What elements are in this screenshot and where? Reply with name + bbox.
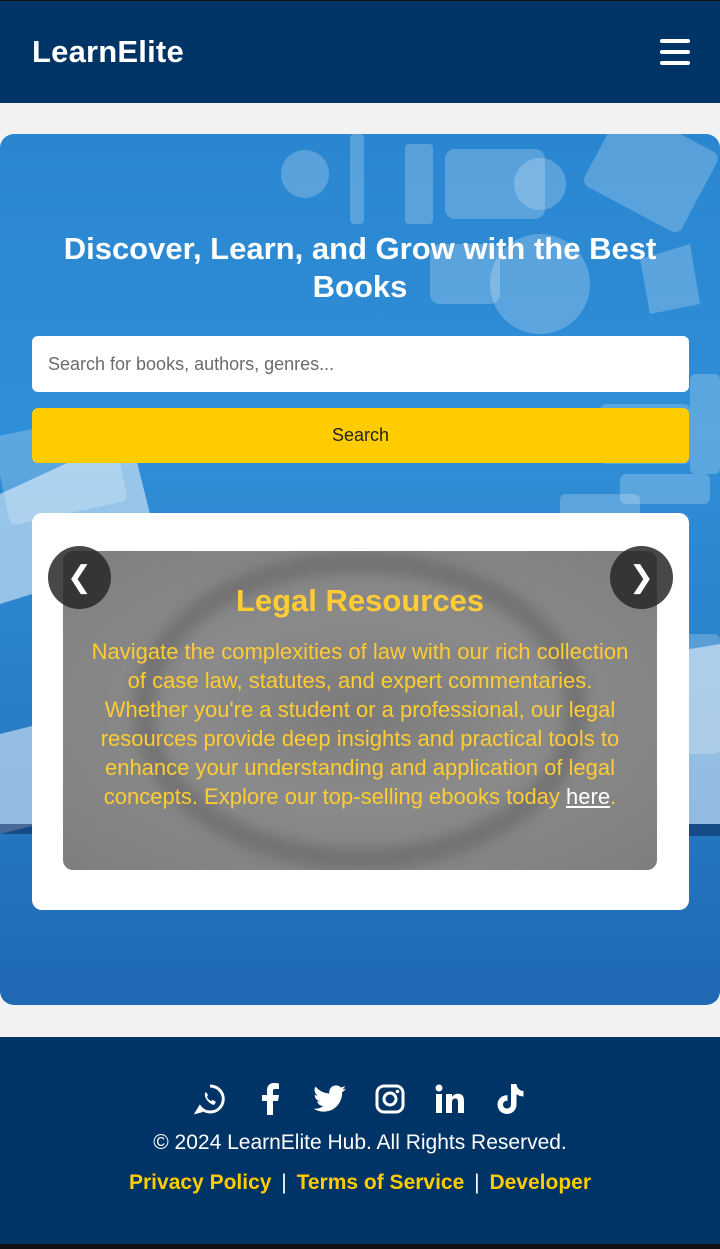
footer-links: Privacy Policy | Terms of Service | Deve… xyxy=(0,1171,720,1195)
slide-title: Legal Resources xyxy=(235,583,485,618)
facebook-icon[interactable] xyxy=(240,1081,300,1117)
search-input[interactable] xyxy=(32,336,689,392)
hero-title: Discover, Learn, and Grow with the Best … xyxy=(63,231,657,304)
twitter-icon[interactable] xyxy=(300,1081,360,1117)
hamburger-menu-button[interactable] xyxy=(660,39,690,65)
copyright-text: © 2024 LearnElite Hub. All Rights Reserv… xyxy=(153,1131,567,1154)
slide-here-link[interactable]: here xyxy=(566,784,610,809)
search-button[interactable]: Search xyxy=(32,408,689,463)
developer-link[interactable]: Developer xyxy=(489,1171,591,1194)
terms-of-service-link[interactable]: Terms of Service xyxy=(297,1171,465,1194)
whatsapp-icon[interactable] xyxy=(180,1081,240,1117)
linkedin-icon[interactable] xyxy=(420,1081,480,1117)
link-separator: | xyxy=(474,1171,480,1194)
chevron-left-icon: ❮ xyxy=(66,561,93,594)
instagram-icon[interactable] xyxy=(360,1081,420,1117)
site-footer: © 2024 LearnElite Hub. All Rights Reserv… xyxy=(0,1037,720,1244)
social-links xyxy=(0,1081,720,1117)
hamburger-icon xyxy=(660,39,690,43)
privacy-policy-link[interactable]: Privacy Policy xyxy=(129,1171,271,1194)
chevron-right-icon: ❯ xyxy=(628,561,655,594)
slide-description: Navigate the complexities of law with ou… xyxy=(91,639,629,809)
link-separator: | xyxy=(281,1171,287,1194)
carousel-slide: Legal Resources Navigate the complexitie… xyxy=(63,551,657,870)
carousel-next-button[interactable]: ❯ xyxy=(610,546,673,609)
carousel-prev-button[interactable]: ❮ xyxy=(48,546,111,609)
brand-logo-text[interactable]: LearnElite xyxy=(32,34,184,70)
site-header: LearnElite xyxy=(0,1,720,103)
bottom-border xyxy=(0,1244,720,1249)
carousel: Legal Resources Navigate the complexitie… xyxy=(32,513,689,910)
tiktok-icon[interactable] xyxy=(480,1081,540,1117)
